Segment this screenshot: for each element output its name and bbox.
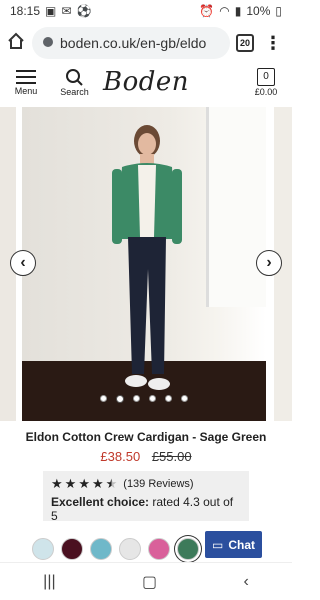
mail-notification-icon: ✉ <box>61 4 72 18</box>
recent-apps-icon[interactable]: ||| <box>43 573 55 591</box>
swatch-light-blue-pattern[interactable] <box>32 538 54 560</box>
bag-total: £0.00 <box>254 86 278 97</box>
star-icon: ★ <box>64 476 77 491</box>
home-nav-icon[interactable]: ▢ <box>142 572 157 592</box>
tab-switcher-button[interactable]: 20 <box>236 34 254 52</box>
battery-text: 10% <box>246 4 271 18</box>
signal-icon: ▮ <box>234 4 242 18</box>
next-image-button[interactable]: › <box>256 250 282 276</box>
search-button[interactable]: Search <box>54 68 94 97</box>
bag-button[interactable]: 0 £0.00 <box>246 67 286 97</box>
star-icon: ★ <box>51 476 63 491</box>
window-backdrop <box>206 107 266 307</box>
swatch-pink[interactable] <box>148 538 170 560</box>
star-icon: ★ <box>78 476 90 491</box>
gallery-dot[interactable] <box>165 395 172 402</box>
menu-label: Menu <box>14 85 38 96</box>
swatch-burgundy-pattern[interactable] <box>61 538 83 560</box>
model-figure <box>112 125 182 390</box>
gallery-dot[interactable] <box>133 395 140 402</box>
colour-swatches <box>32 538 199 560</box>
rating-stars: ★ ★ ★ ★ ★ (139 Reviews) <box>51 476 241 492</box>
battery-icon: ▯ <box>275 4 282 18</box>
site-header: Menu Search Boden 0 £0.00 <box>0 62 292 102</box>
product-image[interactable] <box>22 107 266 421</box>
status-bar: 18:15 ▣ ✉ ⚽ ⏰ ◠ ▮ 10% ▯ <box>0 0 292 22</box>
menu-button[interactable]: Menu <box>6 69 46 96</box>
search-icon <box>66 68 84 86</box>
football-notification-icon: ⚽ <box>76 4 92 18</box>
alarm-icon: ⏰ <box>199 4 215 18</box>
swatch-sage-green[interactable] <box>177 538 199 560</box>
product-title: Eldon Cotton Crew Cardigan - Sage Green <box>25 430 267 444</box>
gallery-dot[interactable] <box>116 395 124 403</box>
half-star-icon: ★ <box>105 476 118 491</box>
site-info-icon[interactable] <box>42 35 54 51</box>
boden-logo[interactable]: Boden <box>103 67 189 97</box>
excellent-label: Excellent choice: <box>51 495 150 509</box>
url-text: boden.co.uk/en-gb/eldo <box>60 35 207 51</box>
search-label: Search <box>60 86 89 97</box>
bag-icon: 0 <box>256 67 275 86</box>
home-icon[interactable] <box>6 31 26 56</box>
reviews-link[interactable]: (139 Reviews) <box>123 478 193 490</box>
photo-notification-icon: ▣ <box>45 4 57 18</box>
reviews-summary[interactable]: ★ ★ ★ ★ ★ (139 Reviews) Excellent choice… <box>43 471 249 523</box>
chat-button[interactable]: ▭ Chat <box>205 531 262 558</box>
swatch-grey-pattern[interactable] <box>119 538 141 560</box>
gallery-dot[interactable] <box>100 395 107 402</box>
chevron-left-icon: ‹ <box>20 254 26 271</box>
back-icon[interactable]: ‹ <box>243 573 248 591</box>
original-price: £55.00 <box>151 449 192 464</box>
hamburger-icon <box>16 69 36 84</box>
chat-label: Chat <box>228 537 255 552</box>
wifi-icon: ◠ <box>219 4 230 18</box>
previous-image-button[interactable]: ‹ <box>10 250 36 276</box>
gallery-dot[interactable] <box>149 395 156 402</box>
browser-toolbar: boden.co.uk/en-gb/eldo 20 ⋮ <box>0 24 292 62</box>
gallery-dot[interactable] <box>181 395 188 402</box>
star-icon: ★ <box>91 476 104 491</box>
gallery-pagination <box>22 395 266 403</box>
swatch-turquoise-pattern[interactable] <box>90 538 112 560</box>
bag-count: 0 <box>263 71 269 82</box>
browser-menu-icon[interactable]: ⋮ <box>260 34 286 52</box>
sale-price: £38.50 <box>100 449 141 464</box>
chevron-right-icon: › <box>266 254 272 271</box>
rating-summary: Excellent choice: rated 4.3 out of 5 <box>51 495 241 523</box>
chat-bubble-icon: ▭ <box>211 537 224 552</box>
price-block: £38.50 £55.00 <box>0 449 292 464</box>
address-bar[interactable]: boden.co.uk/en-gb/eldo <box>32 27 230 59</box>
android-nav-bar: ||| ▢ ‹ <box>0 562 292 600</box>
clock: 18:15 <box>10 4 41 18</box>
product-gallery[interactable]: ‹ › <box>0 107 292 421</box>
